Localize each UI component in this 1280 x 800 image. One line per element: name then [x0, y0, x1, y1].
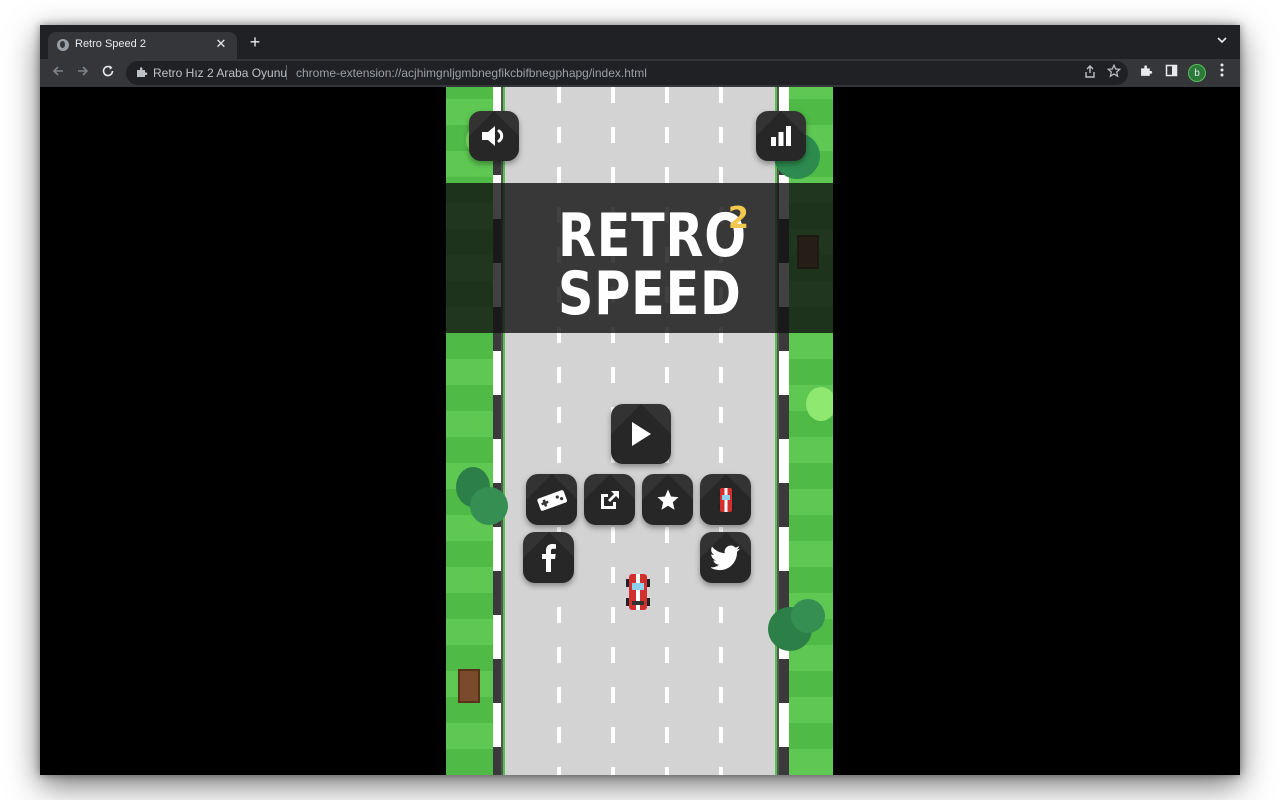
play-button[interactable] [611, 404, 671, 464]
reload-button[interactable] [98, 63, 118, 83]
arrow-right-icon [78, 66, 89, 76]
logo-line-retro: RETRO [558, 201, 747, 271]
controls-button[interactable] [526, 474, 577, 525]
star-icon [657, 489, 678, 510]
speaker-icon [482, 126, 504, 146]
tree-stump [458, 669, 480, 703]
page-viewport: RETRO 2 SPEED [40, 87, 1240, 775]
player-car [626, 574, 650, 610]
reload-icon [102, 65, 114, 77]
arrow-left-icon [52, 66, 63, 76]
back-button[interactable] [48, 63, 68, 83]
chevron-down-icon[interactable] [1214, 34, 1230, 50]
puzzle-icon [136, 66, 148, 78]
sound-button[interactable] [469, 111, 519, 161]
bush [791, 599, 825, 633]
side-panel-icon[interactable] [1161, 63, 1181, 83]
rate-button[interactable] [642, 474, 693, 525]
logo-superscript: 2 [728, 201, 749, 236]
twitter-button[interactable] [700, 532, 751, 583]
share-icon[interactable] [1082, 65, 1098, 81]
browser-toolbar: Retro Hız 2 Araba Oyunu chrome-extension… [40, 59, 1240, 87]
close-icon[interactable]: ✕ [213, 36, 229, 52]
tab-title: Retro Speed 2 [75, 38, 146, 50]
twitter-icon [710, 545, 740, 570]
bar-chart-icon [771, 126, 791, 146]
address-separator [286, 65, 287, 80]
play-icon [632, 422, 651, 446]
extensions-icon[interactable] [1136, 63, 1156, 83]
globe-icon [57, 39, 69, 51]
leaderboard-button[interactable] [756, 111, 806, 161]
facebook-button[interactable] [523, 532, 574, 583]
profile-avatar[interactable]: b [1188, 64, 1206, 82]
car-icon [717, 487, 734, 512]
bush [806, 387, 833, 421]
car-select-button[interactable] [700, 474, 751, 525]
game-logo: RETRO 2 SPEED [558, 201, 758, 325]
url-text[interactable]: chrome-extension://acjhimgnljgmbnegfikcb… [296, 66, 647, 80]
tab-strip: Retro Speed 2 ✕ + [40, 25, 1240, 59]
kebab-menu-icon[interactable] [1212, 63, 1232, 83]
share-button[interactable] [584, 474, 635, 525]
browser-window: Retro Speed 2 ✕ + Retro Hız 2 Araba Oyun… [40, 25, 1240, 775]
forward-button[interactable] [73, 63, 93, 83]
game-canvas[interactable]: RETRO 2 SPEED [446, 87, 833, 775]
new-tab-button[interactable]: + [246, 33, 264, 51]
bookmark-star-icon[interactable] [1106, 63, 1122, 80]
gamepad-icon [536, 489, 567, 511]
tab-retro-speed[interactable]: Retro Speed 2 ✕ [48, 32, 237, 59]
address-bar[interactable]: Retro Hız 2 Araba Oyunu chrome-extension… [126, 61, 1128, 85]
external-link-icon [600, 490, 619, 509]
site-name: Retro Hız 2 Araba Oyunu [153, 66, 288, 80]
facebook-icon [541, 543, 556, 572]
bush [470, 487, 508, 525]
logo-line-speed: SPEED [558, 259, 742, 329]
